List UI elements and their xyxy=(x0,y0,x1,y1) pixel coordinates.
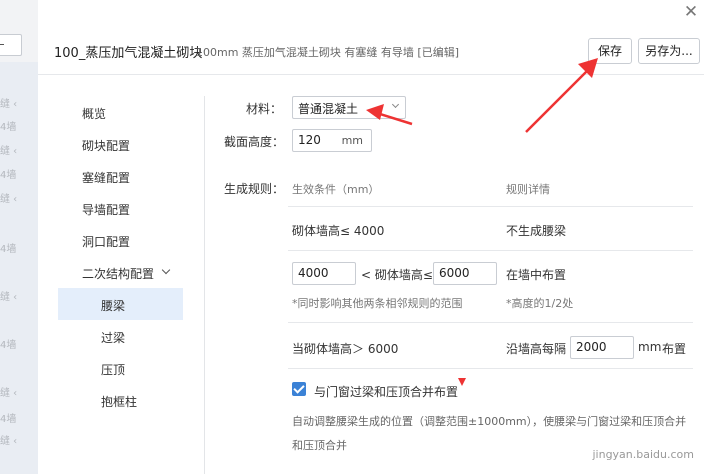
divider xyxy=(288,250,693,251)
background-text: 缝 ‹ xyxy=(0,194,18,205)
material-value: 普通混凝土 xyxy=(298,102,359,116)
col-condition-header: 生效条件（mm） xyxy=(292,183,380,196)
material-label: 材料： xyxy=(246,102,283,116)
rule3-suffix: 布置 xyxy=(662,342,687,356)
close-icon[interactable]: ✕ xyxy=(682,2,700,22)
divider xyxy=(288,206,693,207)
background-text: 缝 ‹ xyxy=(0,99,18,110)
watermark: jingyan.baidu.com xyxy=(592,448,694,461)
section-height-label: 截面高度： xyxy=(224,135,285,149)
col-detail-header: 规则详情 xyxy=(506,183,550,196)
rules-label: 生成规则： xyxy=(224,182,285,196)
dialog-title: 100_蒸压加气混凝土砌块 xyxy=(54,46,203,61)
rule3-detail-prefix: 沿墙高每隔 xyxy=(506,342,567,356)
rule2-range-label: < 砌体墙高≤ xyxy=(361,268,433,282)
rule2-min-input[interactable]: 4000 xyxy=(292,262,356,285)
nav-sub-item-frame-column[interactable]: 抱框柱 xyxy=(101,393,137,410)
background-window: 缝 ‹ 4墙 缝 ‹ 4墙 缝 ‹ 4墙 缝 ‹ 4墙 缝 ‹ 4墙 缝 ‹ xyxy=(0,0,39,474)
background-text: 缝 ‹ xyxy=(0,292,18,303)
rule2-note: *同时影响其他两条相邻规则的范围 xyxy=(292,297,463,310)
minus-icon xyxy=(0,44,4,45)
divider xyxy=(288,322,693,323)
nav-item-opening-config[interactable]: 洞口配置 xyxy=(82,233,130,250)
background-text: 4墙 xyxy=(0,244,17,255)
divider xyxy=(288,368,693,369)
collapse-button[interactable] xyxy=(0,34,22,56)
rule2-detail-note: *高度的1/2处 xyxy=(506,297,574,310)
section-height-input[interactable]: 120 mm xyxy=(292,129,372,152)
dialog-subtitle: 100mm 蒸压加气混凝土砌块 有塞缝 有导墙 [已编辑] xyxy=(196,46,459,59)
background-text: 缝 ‹ xyxy=(0,146,18,157)
nav-sub-item-lintel[interactable]: 过梁 xyxy=(101,329,125,346)
background-text: 4墙 xyxy=(0,340,17,351)
rule3-condition: 当砌体墙高＞ 6000 xyxy=(292,342,399,356)
divider xyxy=(204,96,205,474)
rule2-min-value: 4000 xyxy=(298,266,329,280)
rule2-max-value: 6000 xyxy=(439,266,470,280)
rule1-condition: 砌体墙高≤ 4000 xyxy=(292,224,385,238)
background-text: 4墙 xyxy=(0,414,17,425)
nav-sub-item-coping[interactable]: 压顶 xyxy=(101,361,125,378)
rule1-detail: 不生成腰梁 xyxy=(506,224,567,238)
background-text: 缝 ‹ xyxy=(0,436,18,447)
save-as-button[interactable]: 另存为... xyxy=(638,38,700,64)
nav-item-joint-config[interactable]: 塞缝配置 xyxy=(82,169,130,186)
rule3-unit: mm xyxy=(638,340,662,354)
nav-sub-item-ring-beam[interactable]: 腰梁 xyxy=(101,297,125,314)
nav-item-block-config[interactable]: 砌块配置 xyxy=(82,137,130,154)
section-height-value: 120 xyxy=(298,133,321,147)
nav-item-overview[interactable]: 概览 xyxy=(82,105,106,122)
nav-item-secondary-structure[interactable]: 二次结构配置 xyxy=(82,265,154,282)
merge-checkbox[interactable] xyxy=(292,382,306,396)
background-text: 4墙 xyxy=(0,170,17,181)
rule3-interval-input[interactable]: 2000 xyxy=(570,336,634,359)
background-text: 缝 ‹ xyxy=(0,388,18,399)
background-text: 4墙 xyxy=(0,122,17,133)
rule2-max-input[interactable]: 6000 xyxy=(433,262,497,285)
save-button[interactable]: 保存 xyxy=(588,38,632,64)
nav-item-guide-wall-config[interactable]: 导墙配置 xyxy=(82,201,130,218)
chevron-down-icon xyxy=(391,100,400,109)
section-height-unit: mm xyxy=(341,134,363,147)
rule2-detail: 在墙中布置 xyxy=(506,268,567,282)
rule3-interval-value: 2000 xyxy=(576,340,607,354)
material-select[interactable]: 普通混凝土 xyxy=(292,96,406,119)
merge-checkbox-label[interactable]: 与门窗过梁和压顶合并布置 xyxy=(314,383,458,400)
